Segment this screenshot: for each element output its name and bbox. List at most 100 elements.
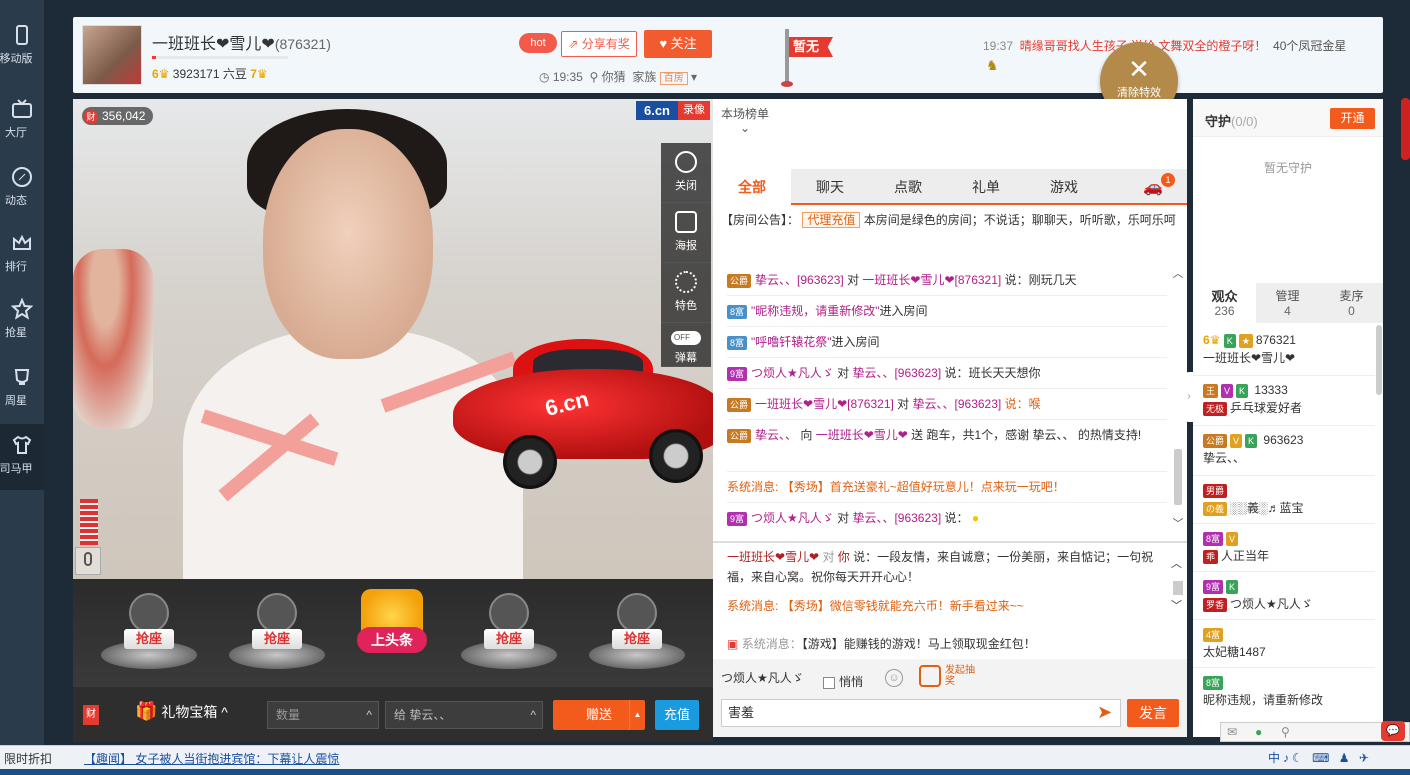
chat-input[interactable]: 害羞 (721, 699, 1121, 727)
tab-gift-list[interactable]: 礼单 (947, 169, 1025, 205)
seat-1[interactable]: 抢座 (101, 589, 197, 677)
wealth-button[interactable]: 财 (83, 705, 99, 725)
anchor-level-right: 7♛ (250, 67, 268, 81)
search-icon[interactable]: ⚲ (1281, 725, 1290, 739)
seat-3[interactable]: 抢座 (461, 589, 557, 677)
car-icon[interactable]: 🚗 1 (1143, 173, 1175, 199)
tab-song[interactable]: 点歌 (869, 169, 947, 205)
power-icon (675, 151, 697, 173)
user-icon (129, 593, 169, 633)
compass-icon (12, 167, 32, 187)
chat-messages: 公爵 挚云、、[963623] 对 一班班长❤雪儿❤[876321] 说：刚玩几天… (713, 265, 1173, 539)
chevron-up-icon[interactable]: ︿ (1171, 265, 1185, 280)
feature-button[interactable]: 特色 (661, 263, 711, 323)
chat-divider[interactable] (713, 541, 1187, 543)
tab-all[interactable]: 全部 (713, 169, 791, 205)
tab-audience[interactable]: 观众 236 (1193, 283, 1256, 323)
nav-week-star[interactable]: 周星 (0, 356, 44, 420)
list-item[interactable]: 8富 昵称违规，请重新修改 (1203, 673, 1375, 709)
chevron-up-icon[interactable]: ︿ (1171, 555, 1182, 571)
nav-mobile[interactable]: 移动版 (0, 14, 44, 78)
chat-message: 8富 "昵称违规，请重新修改"进入房间 (727, 300, 1167, 322)
share-button[interactable]: ⇗ 分享有奖 (561, 31, 637, 57)
list-item[interactable]: 男爵 の義 ░░義░♬蓝宝 (1203, 481, 1375, 517)
send-gift-button[interactable]: 赠送 ▲ (553, 700, 645, 730)
check-icon[interactable]: ● (1255, 725, 1262, 739)
temperature-icon (1401, 98, 1410, 160)
audience-scrollbar[interactable] (1376, 325, 1382, 395)
chevron-up-icon: ^ (366, 708, 372, 722)
mail-icon[interactable]: ✉ (1227, 725, 1237, 739)
tab-game[interactable]: 游戏 (1025, 169, 1103, 205)
anchor-info-bar: 一班班长❤雪儿❤(876321) 6♛ 3923171 六豆 7♛ hot ⇗ … (73, 17, 1383, 93)
anchor-avatar[interactable] (82, 25, 142, 85)
headline-button[interactable]: 上头条 (357, 589, 427, 661)
list-item[interactable]: 王VK 13333 无极 乒乓球爱好者 (1203, 381, 1375, 417)
nav-vest[interactable]: 司马甲 (0, 424, 44, 490)
chevron-down-icon[interactable]: ﹀ (1171, 515, 1185, 530)
live-video[interactable]: 财 356,042 6.cn 录像 关闭 海报 特色 OFF 弹幕 6.cn (73, 99, 713, 579)
gift-recipient-select[interactable]: 给 挚云、、 ^ (385, 701, 543, 729)
tv-icon (12, 99, 32, 118)
speak-button[interactable]: 发言 (1127, 699, 1179, 727)
grid-icon (675, 271, 697, 293)
family-tag[interactable]: 百房 (659, 72, 688, 85)
nav-dynamic[interactable]: 动态 (0, 156, 44, 220)
flag-badge[interactable]: 暂无 (789, 37, 833, 57)
emoji-icon[interactable]: ☺ (885, 669, 903, 687)
news-link[interactable]: 【趣闻】 女子被人当街抱进宾馆：下幕让人震惊 (84, 750, 339, 767)
seat-4[interactable]: 抢座 (589, 589, 685, 677)
record-button[interactable]: 录像 (678, 101, 710, 120)
chevron-down-icon[interactable]: ﹀ (1171, 597, 1182, 613)
level-progress (152, 56, 288, 59)
notification-badge: 1 (1161, 173, 1175, 187)
gift-ticker[interactable]: 19:37 晴缘哥哥找人生孩子 送给 文舞双全的橙子呀！ 40个凤冠金星 (983, 37, 1373, 54)
close-video-button[interactable]: 关闭 (661, 143, 711, 203)
bell-icon[interactable]: ♞ (986, 57, 999, 74)
tab-chat[interactable]: 聊天 (791, 169, 869, 205)
heart-icon: ♥ (659, 36, 668, 51)
right-panel: 守护(0/0) 开通 暂无守护 观众 236 管理 4 麦序 0 6♛ K ★ 87632… (1193, 99, 1383, 737)
list-item[interactable]: 8富 V 乖人正当年 (1203, 529, 1375, 565)
proxy-recharge-link[interactable]: 代理充值 (802, 212, 861, 228)
mic-button[interactable] (75, 547, 101, 575)
list-item[interactable]: 9富 K 罗香 つ烦人★凡人ゞ (1203, 577, 1375, 613)
anchor-level-left: 6♛ (152, 67, 170, 81)
chat-panel: 本场榜单 ⌄ 全部 聊天 点歌 礼单 游戏 🚗 1 【房间公告】： 代理充值 本房间… (713, 99, 1187, 737)
limited-discount-link[interactable]: 限时折扣 (4, 750, 52, 767)
message-icon[interactable]: 💬 (1381, 721, 1405, 741)
chat-message: 9富 つ烦人★凡人ゞ 对 挚云、、[963623] 说： ● (727, 507, 1167, 529)
site-logo: 6.cn 录像 (636, 101, 710, 120)
list-item[interactable]: 4富 太妃糖1487 (1203, 625, 1375, 661)
scroll-thumb[interactable] (1173, 581, 1183, 595)
tab-mic-queue[interactable]: 麦序 0 (1320, 283, 1383, 323)
lottery-button[interactable]: 发起抽奖 (919, 665, 979, 691)
list-item[interactable]: 公爵 V K 963623 挚云、、 (1203, 431, 1375, 467)
gift-quantity-select[interactable]: 数量 ^ (267, 701, 379, 729)
nav-grab-star[interactable]: 抢星 (0, 288, 44, 352)
open-guard-button[interactable]: 开通 (1330, 108, 1375, 129)
gift-box-button[interactable]: 🎁 礼物宝箱 ^ (135, 701, 228, 722)
nav-rank[interactable]: 排行 (0, 222, 44, 286)
guard-header: 守护(0/0) 开通 (1193, 99, 1383, 137)
poster-button[interactable]: 海报 (661, 203, 711, 263)
whisper-checkbox[interactable]: 悄悄 (823, 673, 863, 690)
anchor-name[interactable]: 一班班长❤雪儿❤(876321) (152, 30, 331, 54)
follow-button[interactable]: ♥ 关注 (644, 30, 712, 58)
session-rank-button[interactable]: 本场榜单 ⌄ (721, 107, 769, 157)
system-message: 系统消息: 【秀场】首充送豪礼~超值好玩意儿！点来玩一玩吧！ (727, 480, 1065, 494)
gift-icon: 🎁 (135, 701, 158, 721)
recharge-button[interactable]: 充值 (655, 700, 699, 730)
user-icon (257, 593, 297, 633)
chat-target-select[interactable]: つ烦人★凡人ゞ (721, 669, 804, 686)
list-item[interactable]: 6♛ K ★ 876321 一班班长❤雪儿❤ (1203, 331, 1375, 367)
nav-hall[interactable]: 大厅 (0, 88, 44, 152)
seat-2[interactable]: 抢座 (229, 589, 325, 677)
paper-plane-icon[interactable]: ➤ (1097, 702, 1112, 723)
system-tray[interactable]: 中♪☾ ⌨ ♟ ✈ (1268, 749, 1408, 767)
system-message: ▣ 系统消息：【游戏】能赚钱的游戏！马上领取现金红包！ (727, 637, 1036, 651)
lottery-icon (919, 665, 941, 687)
tab-admin[interactable]: 管理 4 (1256, 283, 1319, 323)
scroll-thumb[interactable] (1174, 449, 1182, 505)
chevron-down-icon[interactable]: ▲ (629, 700, 645, 730)
